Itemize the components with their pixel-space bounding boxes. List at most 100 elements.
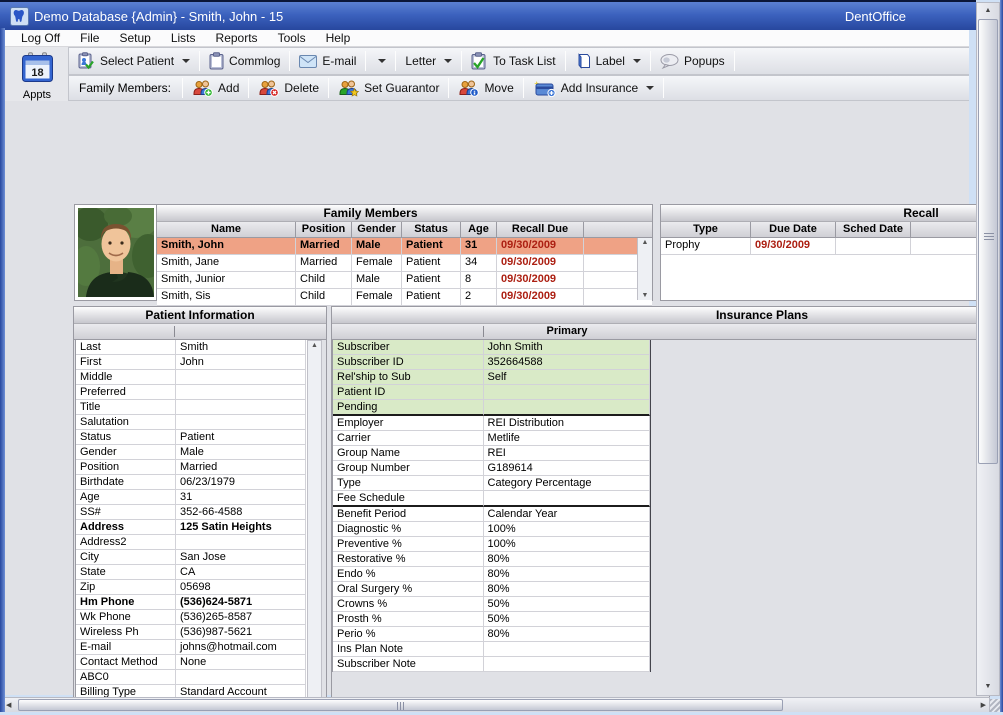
insurance-row[interactable]: Oral Surgery %80%	[333, 582, 650, 597]
titlebar[interactable]: Demo Database {Admin} - Smith, John - 15…	[0, 0, 976, 30]
patient-info-row[interactable]: GenderMale	[76, 445, 307, 460]
insurance-row[interactable]: Fee Schedule	[333, 491, 650, 507]
set-guarantor-button[interactable]: Set Guarantor	[330, 76, 447, 100]
insurance-row[interactable]: Restorative %80%	[333, 552, 650, 567]
chevron-down-icon[interactable]	[182, 59, 190, 63]
menu-item-help[interactable]: Help	[316, 30, 361, 47]
patient-info-row[interactable]: Zip05698	[76, 580, 307, 595]
insurance-row[interactable]: Pending	[333, 400, 650, 416]
insurance-row[interactable]: CarrierMetlife	[333, 431, 650, 446]
recall-table-row[interactable]: Prophy09/30/2009	[661, 238, 989, 255]
add-insurance-button[interactable]: Add Insurance	[525, 76, 662, 100]
scroll-down-icon[interactable]: ▼	[977, 680, 999, 694]
family-table-row[interactable]: Smith, JohnMarriedMalePatient3109/30/200…	[157, 238, 652, 255]
chevron-down-icon[interactable]	[633, 59, 641, 63]
patient-info-row[interactable]: Wireless Ph(536)987-5621	[76, 625, 307, 640]
menu-item-lists[interactable]: Lists	[161, 30, 206, 47]
email-button[interactable]: E-mail	[291, 48, 364, 74]
insurance-row[interactable]: Prosth %50%	[333, 612, 650, 627]
insurance-row[interactable]: Benefit PeriodCalendar Year	[333, 507, 650, 522]
vertical-scrollbar[interactable]: ▲ ▼	[976, 2, 1000, 696]
patient-field-label: Address2	[76, 535, 176, 550]
insurance-row[interactable]: Preventive %100%	[333, 537, 650, 552]
patient-info-row[interactable]: StatusPatient	[76, 430, 307, 445]
email-dropdown-button[interactable]	[367, 48, 394, 74]
patient-info-row[interactable]: ABC0	[76, 670, 307, 685]
insurance-row[interactable]: Subscriber Note	[333, 657, 650, 672]
patient-field-value	[176, 535, 306, 550]
insurance-row[interactable]: Patient ID	[333, 385, 650, 400]
commlog-button[interactable]: Commlog	[201, 48, 288, 74]
patient-info-row[interactable]: FirstJohn	[76, 355, 307, 370]
letter-button[interactable]: Letter	[397, 48, 460, 74]
horizontal-scrollbar[interactable]: ◀ ▶	[2, 697, 990, 713]
insurance-row[interactable]: Ins Plan Note	[333, 642, 650, 657]
insurance-row[interactable]: TypeCategory Percentage	[333, 476, 650, 491]
insurance-row[interactable]: Subscriber ID352664588	[333, 355, 650, 370]
patient-info-title: Patient Information	[145, 308, 254, 322]
patient-info-row[interactable]: Preferred	[76, 385, 307, 400]
menu-item-reports[interactable]: Reports	[206, 30, 268, 47]
patient-info-row[interactable]: Title	[76, 400, 307, 415]
menu-item-log-off[interactable]: Log Off	[11, 30, 70, 47]
family-table-row[interactable]: Smith, JaneMarriedFemalePatient3409/30/2…	[157, 255, 652, 272]
scroll-down-icon[interactable]: ▼	[638, 292, 652, 299]
menu-item-tools[interactable]: Tools	[268, 30, 316, 47]
family-table-scrollbar[interactable]: ▲ ▼	[637, 238, 652, 300]
scroll-up-icon[interactable]: ▲	[308, 342, 321, 349]
move-family-member-button[interactable]: Move	[450, 76, 521, 100]
scroll-up-icon[interactable]: ▲	[638, 239, 652, 246]
patient-info-row[interactable]: PositionMarried	[76, 460, 307, 475]
insurance-row[interactable]: EmployerREI Distribution	[333, 416, 650, 431]
patient-info-row[interactable]: Birthdate06/23/1979	[76, 475, 307, 490]
patient-info-row[interactable]: Hm Phone(536)624-5871	[76, 595, 307, 610]
add-insurance-icon	[533, 80, 556, 97]
insurance-row[interactable]: Perio %80%	[333, 627, 650, 642]
horizontal-scrollbar-thumb[interactable]	[18, 699, 783, 711]
insurance-field-label: Carrier	[333, 431, 484, 446]
menu-item-file[interactable]: File	[70, 30, 109, 47]
select-patient-button[interactable]: Select Patient	[69, 48, 198, 74]
insurance-row[interactable]: SubscriberJohn Smith	[333, 340, 650, 355]
patient-info-row[interactable]: E-mailjohns@hotmail.com	[76, 640, 307, 655]
patient-field-label: Zip	[76, 580, 176, 595]
patient-info-row[interactable]: CitySan Jose	[76, 550, 307, 565]
patient-info-row[interactable]: Address2	[76, 535, 307, 550]
chevron-down-icon[interactable]	[444, 59, 452, 63]
insurance-field-value: 100%	[484, 537, 650, 552]
patient-info-row[interactable]: Salutation	[76, 415, 307, 430]
to-task-list-button[interactable]: To Task List	[463, 48, 563, 74]
insurance-row[interactable]: Rel'ship to SubSelf	[333, 370, 650, 385]
popups-button[interactable]: Popups	[652, 48, 733, 74]
insurance-row[interactable]: Crowns %50%	[333, 597, 650, 612]
family-table-row[interactable]: Smith, JuniorChildMalePatient809/30/2009	[157, 272, 652, 289]
patient-info-row[interactable]: StateCA	[76, 565, 307, 580]
sidebar-item-appts[interactable]: 18 Appts	[8, 52, 66, 101]
patient-info-row[interactable]: SS#352-66-4588	[76, 505, 307, 520]
scroll-left-icon[interactable]: ◀	[6, 698, 11, 713]
patient-info-row[interactable]: Wk Phone(536)265-8587	[76, 610, 307, 625]
delete-family-member-button[interactable]: Delete	[250, 76, 327, 100]
patient-info-row[interactable]: Age31	[76, 490, 307, 505]
patient-info-row[interactable]: Middle	[76, 370, 307, 385]
patient-info-row[interactable]: LastSmith	[76, 340, 307, 355]
insurance-row[interactable]: Group NameREI	[333, 446, 650, 461]
patient-info-row[interactable]: Contact MethodNone	[76, 655, 307, 670]
family-table-row[interactable]: Smith, SisChildFemalePatient209/30/2009	[157, 289, 652, 306]
chevron-down-icon[interactable]	[646, 86, 654, 90]
insurance-row[interactable]: Diagnostic %100%	[333, 522, 650, 537]
insurance-plans-panel: Insurance Plans Primary SubscriberJohn S…	[331, 306, 990, 715]
insurance-row[interactable]: Endo %80%	[333, 567, 650, 582]
patient-info-row[interactable]: Address125 Satin Heights	[76, 520, 307, 535]
insurance-field-label: Perio %	[333, 627, 484, 642]
add-family-member-button[interactable]: Add	[184, 76, 247, 100]
menu-item-setup[interactable]: Setup	[109, 30, 160, 47]
patient-info-scrollbar[interactable]: ▲ ▼	[307, 340, 322, 715]
scroll-up-icon[interactable]: ▲	[977, 4, 999, 18]
vertical-scrollbar-thumb[interactable]	[978, 19, 998, 464]
insurance-row[interactable]: Group NumberG189614	[333, 461, 650, 476]
scroll-right-icon[interactable]: ▶	[981, 698, 986, 713]
label-button[interactable]: Label	[567, 48, 649, 74]
patient-info-title-bar: Patient Information	[74, 307, 326, 324]
insurance-field-label: Restorative %	[333, 552, 484, 567]
